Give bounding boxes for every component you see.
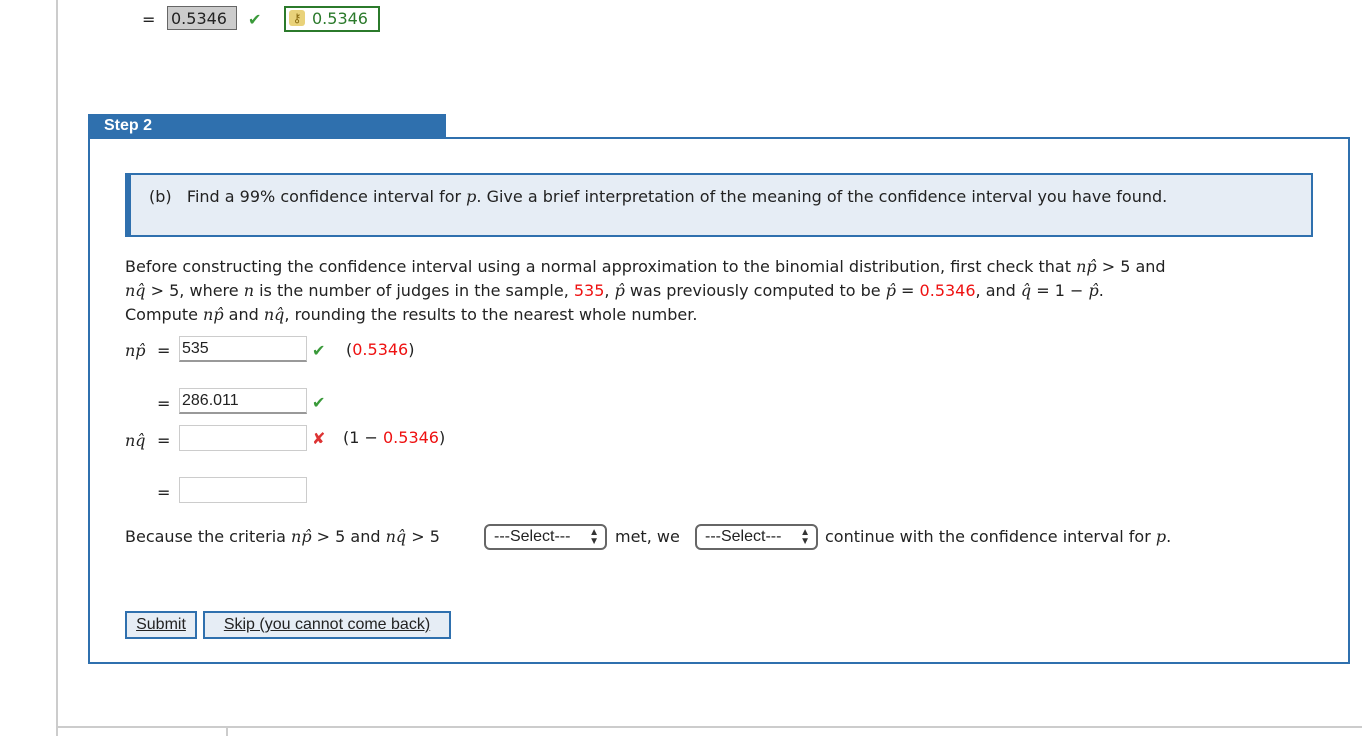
hint-paren: ) [438,428,446,447]
hint-paren: ) [408,340,415,359]
equals-sign: = [142,10,156,29]
para-text: is the number of judges in the sample, [254,281,574,300]
criteria-text-f: . [1166,527,1172,546]
criteria-text-c: > 5 [406,527,440,546]
para-text: , and [975,281,1021,300]
para-var-nq: nq̂ [263,305,285,324]
nq-input[interactable] [179,425,307,451]
answer-key-value: 0.5346 [312,9,368,28]
para-var-qhat: q̂ [1020,281,1032,300]
select-arrows-icon: ▲ ▼ [800,527,810,547]
step-header: Step 2 [88,114,446,138]
para-var-np: np̂ [203,305,224,324]
cross-icon: ✘ [312,429,326,448]
answer-key-box: ⚷ 0.5346 [284,6,380,32]
criteria-text-a: Because the criteria [125,527,292,546]
check-icon: ✔ [248,10,262,29]
criteria-text-d: met, we [615,527,680,546]
submit-label: Submit [136,616,186,633]
question-box: (b) Find a 99% confidence interval for p… [125,173,1313,237]
left-border [56,0,58,736]
continue-select[interactable]: ---Select--- ▲ ▼ [695,524,818,550]
criteria-text: Because the criteria np̂ > 5 and nq̂ > 5 [125,527,440,546]
para-text: Compute [125,305,204,324]
para-text: = [895,281,920,300]
skip-label: Skip (you cannot come back) [223,616,431,633]
criteria-var-p: p [1155,527,1167,546]
select-value: ---Select--- [705,528,782,545]
skip-button[interactable]: Skip (you cannot come back) [203,611,451,639]
para-text: > 5, where [145,281,244,300]
np-result-input[interactable]: 286.011 [179,388,307,414]
criteria-met-select[interactable]: ---Select--- ▲ ▼ [484,524,607,550]
bottom-tab-divider [226,726,228,736]
para-var-phat: p̂ [885,281,896,300]
criteria-text-e: continue with the confidence interval fo… [825,527,1156,546]
equals-sign: = [157,394,171,413]
para-text: = 1 − [1031,281,1089,300]
instructions-paragraph: Before constructing the confidence inter… [125,255,1325,327]
criteria-text-e: continue with the confidence interval fo… [825,527,1171,546]
question-part: (b) [149,187,172,206]
para-text: Before constructing the confidence inter… [125,257,1077,276]
nq-hint: (1 − 0.5346) [343,428,445,447]
equals-sign: = [157,341,171,360]
key-icon: ⚷ [289,10,305,26]
previous-answer-field: 0.5346 [167,6,237,30]
criteria-var-np: np̂ [291,527,312,546]
question-text-a: Find a 99% confidence interval for [186,187,467,206]
select-arrows-icon: ▲ ▼ [589,527,599,547]
para-phat-value: 0.5346 [919,281,976,300]
para-var-nq: nq̂ [125,281,146,300]
select-value: ---Select--- [494,528,571,545]
bottom-border [56,726,1362,728]
para-var-np: np̂ [1076,257,1097,276]
np-label: np̂ [125,341,146,360]
para-text: and [223,305,264,324]
para-text: > 5 and [1096,257,1166,276]
nq-label: nq̂ [125,431,146,450]
check-icon: ✔ [312,393,326,412]
nq-result-input[interactable] [179,477,307,503]
para-var-phat: p̂ [1088,281,1099,300]
para-var-n: n [243,281,255,300]
para-text: , rounding the results to the nearest wh… [284,305,698,324]
para-var-phat: p̂ [614,281,625,300]
question-var-p: p [466,187,477,206]
para-text: . [1098,281,1104,300]
hint-text: (1 − [343,428,383,447]
hint-phat-value: 0.5346 [383,428,439,447]
submit-button[interactable]: Submit [125,611,197,639]
para-sample-size: 535 [573,281,605,300]
para-text: was previously computed to be [624,281,886,300]
criteria-text-b: > 5 and [311,527,386,546]
equals-sign: = [157,483,171,502]
check-icon: ✔ [312,341,326,360]
criteria-var-nq: nq̂ [385,527,407,546]
hint-phat-value: 0.5346 [352,340,409,359]
question-text-b: . Give a brief interpretation of the mea… [476,187,1168,206]
np-input[interactable]: 535 [179,336,307,362]
equals-sign: = [157,431,171,450]
np-hint: (0.5346) [346,340,414,359]
para-text: , [604,281,615,300]
